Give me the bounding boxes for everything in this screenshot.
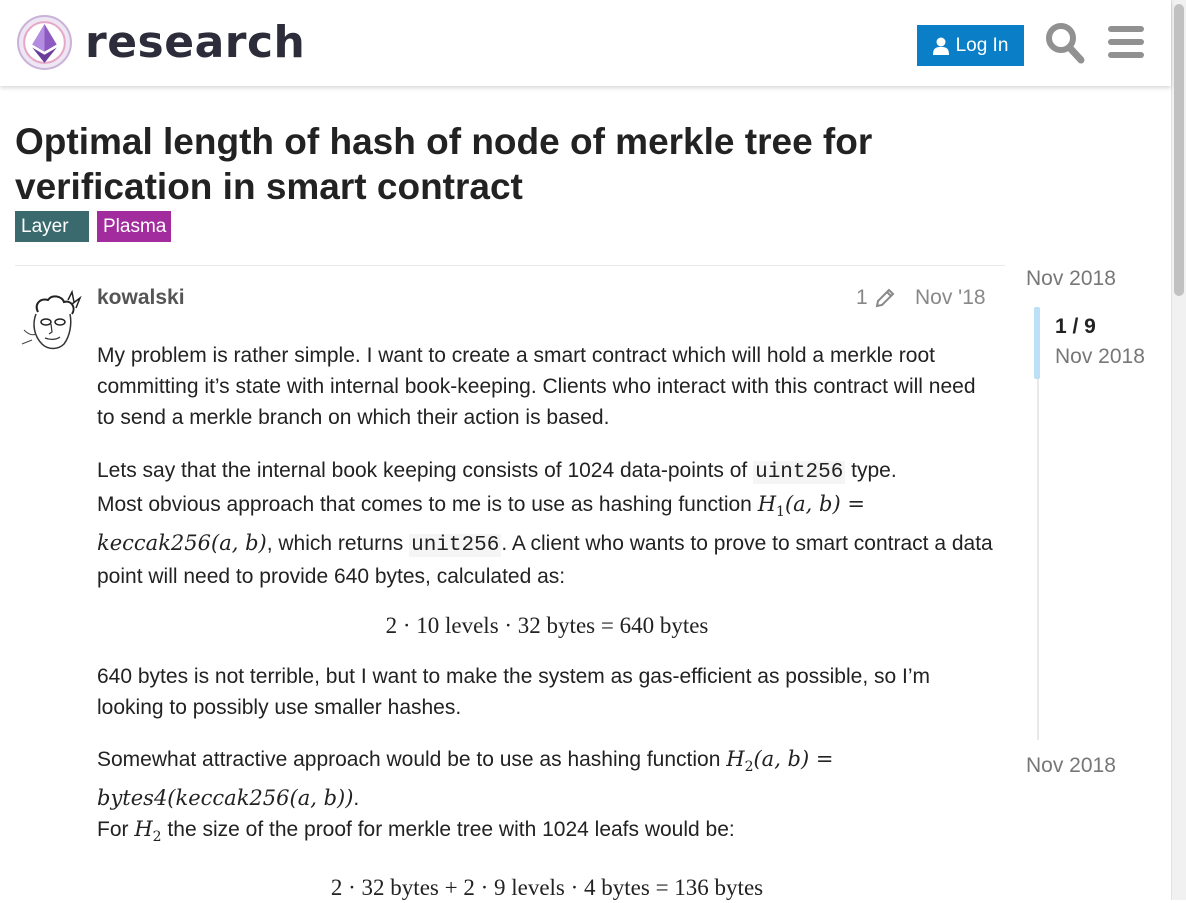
user-avatar[interactable]: [18, 290, 86, 358]
edit-count: 1: [856, 286, 868, 309]
topic-divider: [15, 265, 1005, 266]
site-logo[interactable]: research: [16, 14, 305, 71]
page-scrollbar[interactable]: [1171, 0, 1186, 900]
post-paragraph: Most obvious approach that comes to me i…: [97, 492, 993, 589]
inline-code: unit256: [409, 534, 502, 558]
post-date[interactable]: Nov '18: [915, 286, 986, 310]
timeline-position-date: Nov 2018: [1055, 345, 1145, 368]
site-header: research Log In: [0, 0, 1171, 86]
post-paragraph: Somewhat attractive approach would be to…: [97, 747, 834, 811]
timeline-scroller-handle[interactable]: [1034, 307, 1040, 379]
search-icon[interactable]: [1045, 22, 1085, 64]
site-name: research: [85, 16, 306, 68]
math-h2-inline: H2: [134, 817, 162, 846]
scrollbar-thumb[interactable]: [1174, 4, 1184, 296]
post-paragraph: 640 bytes is not terrible, but I want to…: [97, 665, 931, 720]
topic-title[interactable]: Optimal length of hash of node of merkle…: [15, 119, 1015, 209]
post-author[interactable]: kowalski: [97, 286, 185, 310]
post-paragraph: Lets say that the internal book keeping …: [97, 459, 897, 484]
hamburger-menu-icon[interactable]: [1108, 26, 1144, 58]
login-label: Log In: [955, 34, 1009, 56]
pencil-icon: [875, 288, 895, 308]
logo-icon: [17, 15, 72, 70]
timeline-position: 1 / 9: [1055, 315, 1096, 338]
user-icon: [932, 37, 949, 55]
timeline-end-date[interactable]: Nov 2018: [1026, 754, 1116, 778]
topic-timeline: Nov 2018 1 / 9 Nov 2018 Nov 2018: [1026, 265, 1171, 805]
inline-code: uint256: [753, 461, 846, 484]
equation: 2 · 32 bytes + 2 · 9 levels · 4 bytes = …: [330, 874, 764, 900]
equation: 2 · 10 levels · 32 bytes = 640 bytes: [385, 613, 709, 639]
edit-history[interactable]: 1: [856, 286, 896, 310]
post-paragraph: For H2 the size of the proof for merkle …: [97, 817, 735, 846]
login-button[interactable]: Log In: [917, 25, 1024, 66]
post-body: My problem is rather simple. I want to c…: [97, 340, 997, 903]
post-paragraph: My problem is rather simple. I want to c…: [97, 344, 976, 429]
tag-plasma[interactable]: Plasma: [97, 211, 171, 242]
timeline-start-date[interactable]: Nov 2018: [1026, 267, 1116, 291]
tag-layer-2[interactable]: Layer 2: [15, 211, 89, 268]
